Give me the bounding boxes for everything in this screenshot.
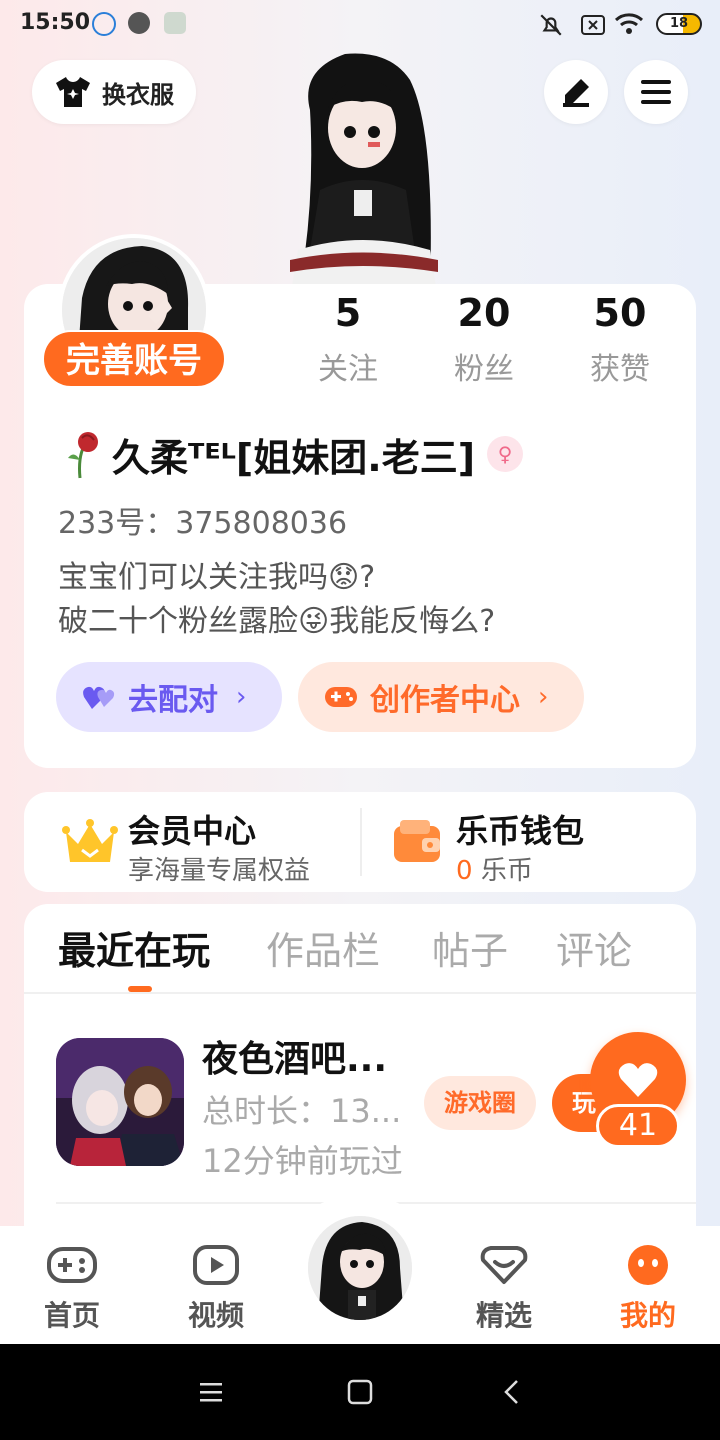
back-arrow-icon[interactable] bbox=[500, 1378, 524, 1406]
face-icon bbox=[628, 1245, 668, 1285]
game-circle-button[interactable]: 游戏圈 bbox=[424, 1076, 536, 1130]
nav-home-label: 首页 bbox=[43, 1299, 100, 1332]
tab-divider bbox=[24, 992, 696, 994]
gamepad-icon bbox=[325, 687, 357, 707]
change-outfit-button[interactable]: 换衣服 bbox=[32, 60, 196, 124]
tab-works[interactable]: 作品栏 bbox=[266, 920, 380, 975]
game-duration: 总时长：13... bbox=[202, 1092, 402, 1130]
game-last-played: 12分钟前玩过 bbox=[202, 1142, 403, 1180]
coin-amount: 0 bbox=[456, 856, 473, 886]
nav-mine[interactable]: 我的 bbox=[598, 1244, 698, 1334]
stat-likes[interactable]: 50 获赞 bbox=[560, 290, 680, 388]
game-cover-image bbox=[56, 1038, 184, 1166]
edit-profile-button[interactable] bbox=[544, 60, 608, 124]
music-icon bbox=[128, 12, 150, 34]
nav-featured-label: 精选 bbox=[475, 1299, 532, 1332]
nav-avatar-image bbox=[308, 1216, 412, 1320]
bio-line-1: 宝宝们可以关注我吗😟? bbox=[58, 560, 376, 595]
coin-wallet-title: 乐币钱包 bbox=[456, 812, 585, 850]
stat-fans[interactable]: 20 粉丝 bbox=[424, 290, 544, 388]
game-title[interactable]: 夜色酒吧... bbox=[202, 1030, 387, 1082]
tab-comments[interactable]: 评论 bbox=[556, 920, 632, 975]
ifly-icon bbox=[92, 12, 116, 36]
nav-video-label: 视频 bbox=[187, 1299, 244, 1332]
tab-recently-played[interactable]: 最近在玩 bbox=[58, 920, 210, 975]
female-gender-icon: ♀ bbox=[487, 436, 524, 472]
complete-account-badge[interactable]: 完善账号 bbox=[42, 330, 226, 388]
video-play-icon bbox=[193, 1245, 239, 1285]
heart-icon bbox=[618, 1063, 658, 1097]
nav-video[interactable]: 视频 bbox=[166, 1244, 266, 1334]
coin-wallet-entry[interactable]: 乐币钱包 0 乐币 bbox=[362, 792, 696, 892]
tshirt-icon bbox=[56, 77, 90, 107]
coin-unit: 乐币 bbox=[480, 856, 533, 886]
username: 久柔ᵀᴱᴸ[姐妹团.老三] bbox=[112, 435, 476, 480]
following-label: 关注 bbox=[318, 352, 378, 387]
gamepad-nav-icon bbox=[47, 1247, 97, 1283]
hearts-icon bbox=[83, 686, 115, 709]
vip-center-entry[interactable]: 会员中心 享海量专属权益 bbox=[24, 792, 360, 892]
bio-line-2: 破二十个粉丝露脸😜我能反悔么? bbox=[58, 604, 496, 639]
like-count-badge: 41 bbox=[596, 1104, 680, 1148]
game-thumbnail[interactable] bbox=[56, 1038, 184, 1166]
chevron-right-icon: › bbox=[236, 682, 247, 712]
recent-apps-icon[interactable] bbox=[198, 1380, 224, 1404]
creator-center-button[interactable]: 创作者中心 › bbox=[298, 662, 584, 732]
match-label: 去配对 bbox=[128, 683, 218, 718]
mute-bell-icon bbox=[540, 14, 562, 36]
coin-wallet-balance: 0 乐币 bbox=[456, 850, 533, 887]
chevron-right-icon: › bbox=[538, 682, 549, 712]
likes-label: 获赞 bbox=[590, 352, 650, 387]
home-square-icon[interactable] bbox=[346, 1378, 374, 1406]
wilted-rose-icon bbox=[68, 432, 98, 479]
app-notify-icon bbox=[164, 12, 186, 34]
crown-icon bbox=[62, 819, 118, 862]
heart-gem-icon bbox=[480, 1246, 528, 1284]
menu-button[interactable] bbox=[624, 60, 688, 124]
nav-home[interactable]: 首页 bbox=[22, 1244, 122, 1334]
no-sim-icon bbox=[581, 15, 605, 35]
status-bar: 15:50 18 bbox=[0, 0, 720, 50]
stat-following[interactable]: 5 关注 bbox=[288, 290, 408, 388]
nav-mine-label: 我的 bbox=[619, 1299, 676, 1332]
username-row: 久柔ᵀᴱᴸ[姐妹团.老三] ♀ bbox=[58, 424, 524, 484]
vip-center-title: 会员中心 bbox=[128, 812, 257, 850]
change-outfit-label: 换衣服 bbox=[102, 80, 174, 109]
battery-indicator: 18 bbox=[656, 13, 702, 35]
hamburger-icon bbox=[641, 80, 671, 104]
wifi-icon bbox=[614, 13, 644, 34]
fans-label: 粉丝 bbox=[454, 352, 514, 387]
match-button[interactable]: 去配对 › bbox=[56, 662, 282, 732]
fans-count: 20 bbox=[457, 291, 511, 335]
following-count: 5 bbox=[334, 291, 362, 335]
tab-posts[interactable]: 帖子 bbox=[432, 920, 508, 975]
user-id: 233号：375808036 bbox=[58, 506, 348, 541]
status-time: 15:50 bbox=[20, 10, 91, 35]
user-bio: 宝宝们可以关注我吗😟? 破二十个粉丝露脸😜我能反悔么? bbox=[58, 556, 495, 644]
pencil-icon bbox=[563, 79, 589, 107]
avatar-character-image[interactable] bbox=[270, 50, 460, 286]
likes-count: 50 bbox=[593, 291, 647, 335]
wallet-icon bbox=[394, 820, 440, 862]
creator-center-label: 创作者中心 bbox=[370, 683, 520, 718]
vip-center-subtitle: 享海量专属权益 bbox=[128, 856, 311, 886]
nav-featured[interactable]: 精选 bbox=[454, 1244, 554, 1334]
nav-center-avatar[interactable] bbox=[304, 1212, 416, 1324]
